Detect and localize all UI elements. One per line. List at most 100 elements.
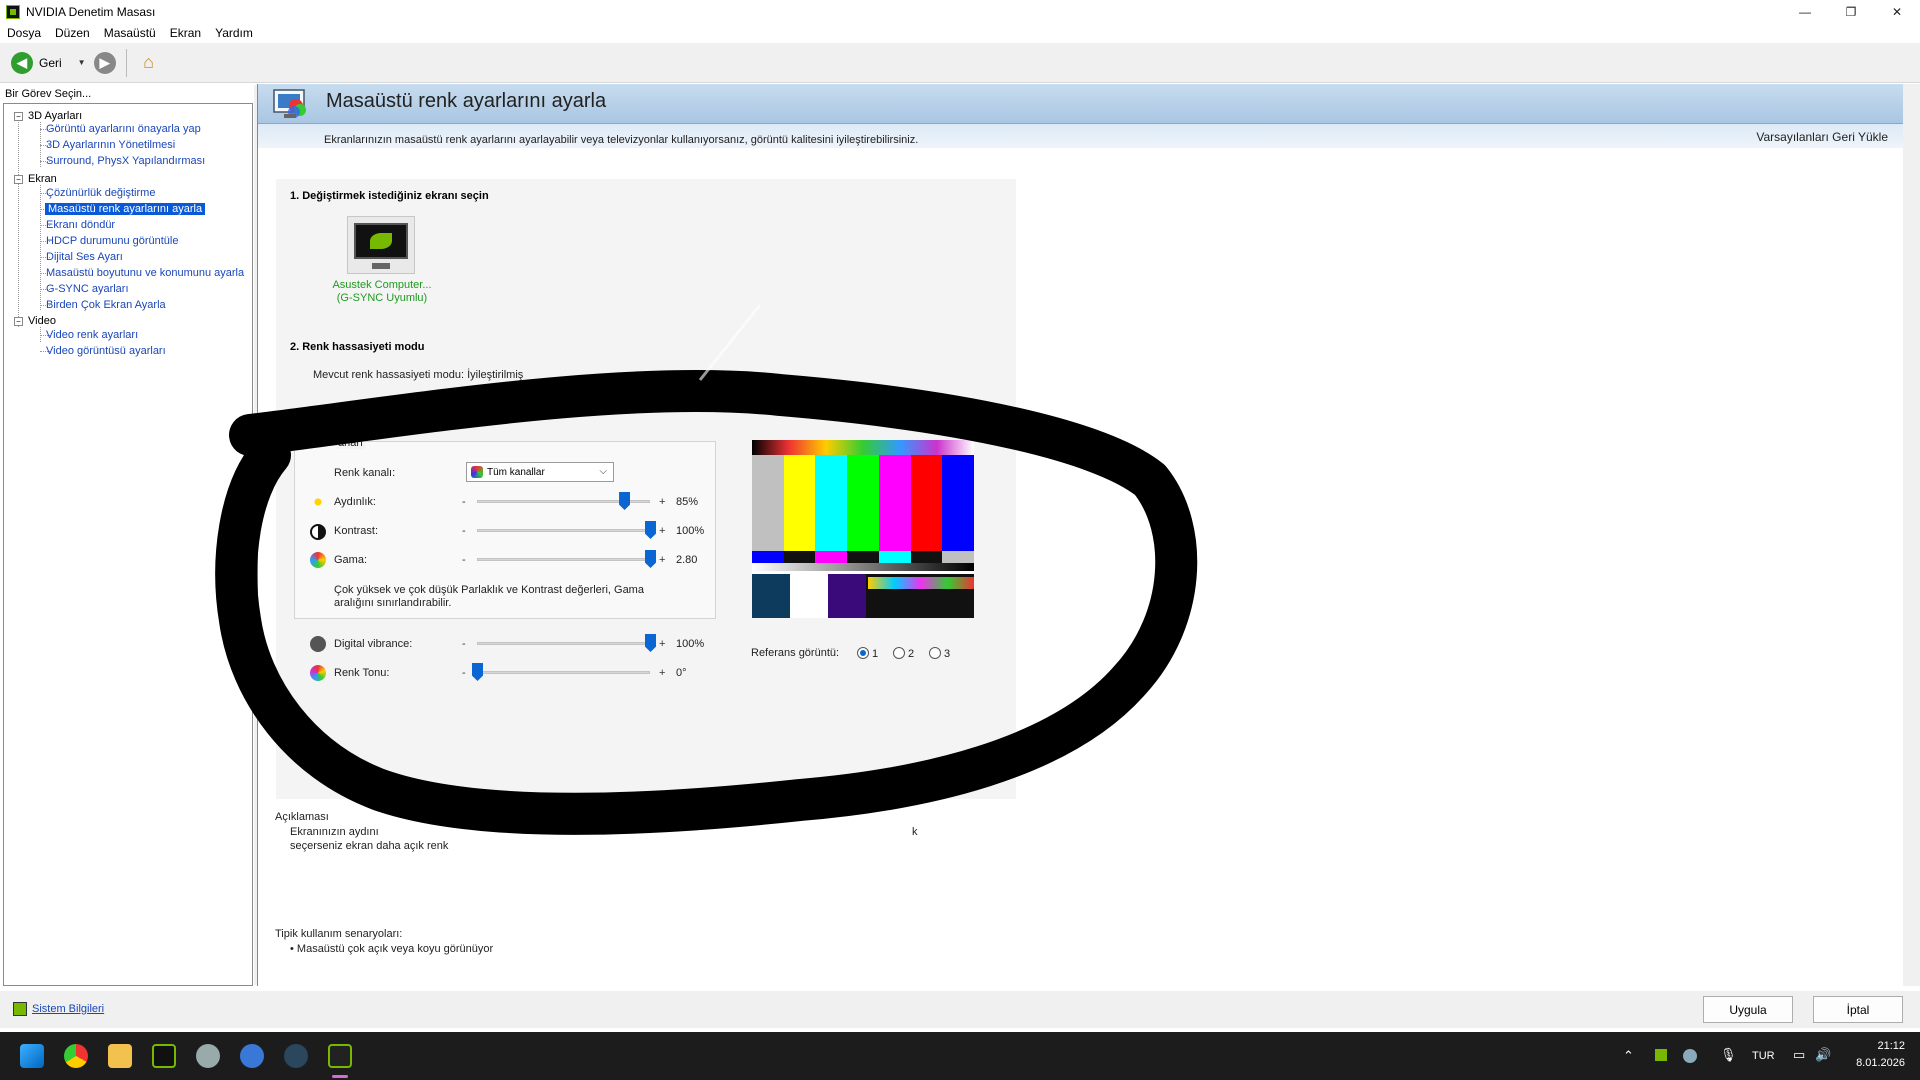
tree-category-video[interactable]: − Video <box>14 315 56 327</box>
vertical-scrollbar[interactable] <box>1903 84 1920 986</box>
sidebar-item-surround-physx[interactable]: Surround, PhysX Yapılandırması <box>46 155 205 167</box>
sidebar-item-desktop-size[interactable]: Masaüstü boyutunu ve konumunu ayarla <box>46 267 244 279</box>
description-line-1: Ekranınızın aydını <box>290 826 379 838</box>
reference-radio-2[interactable] <box>893 647 905 659</box>
back-button[interactable]: Geri <box>39 56 62 70</box>
cancel-button[interactable]: İptal <box>1813 996 1903 1023</box>
menu-display[interactable]: Ekran <box>163 26 208 40</box>
sidebar-item-multi-display[interactable]: Birden Çok Ekran Ayarla <box>46 299 166 311</box>
page-banner: Masaüstü renk ayarlarını ayarla <box>258 84 1920 124</box>
vibrance-label: Digital vibrance: <box>334 638 413 650</box>
description-line-1-tail: k <box>912 826 918 838</box>
home-icon[interactable]: ⌂ <box>137 52 161 74</box>
hue-slider-track[interactable] <box>477 671 650 674</box>
tree-category-display[interactable]: − Ekran <box>14 173 57 185</box>
sidebar-item-gsync[interactable]: G-SYNC ayarları <box>46 283 129 295</box>
clock-date[interactable]: 8.01.2026 <box>1849 1057 1905 1069</box>
rgb-channels-icon <box>471 466 483 478</box>
page-description: Ekranlarınızın masaüstü renk ayarlarını … <box>324 134 919 146</box>
description-heading: Açıklaması <box>275 811 329 823</box>
steam-tray-icon[interactable] <box>1683 1049 1697 1063</box>
warning-line-2: aralığını sınırlandırabilir. <box>334 597 452 609</box>
nvidia-taskbar-icon[interactable] <box>328 1044 352 1068</box>
network-icon[interactable]: ▭ <box>1793 1047 1805 1063</box>
apply-with-radio-label[interactable]: uygula <box>410 416 445 428</box>
hue-plus: + <box>659 667 666 679</box>
sidebar-item-digital-audio[interactable]: Dijital Ses Ayarı <box>46 251 123 263</box>
reference-radio-1-label: 1 <box>872 648 879 660</box>
app-drop-icon[interactable] <box>240 1044 264 1068</box>
forward-arrow-icon[interactable]: ▶ <box>93 51 116 74</box>
sidebar-item-hdcp[interactable]: HDCP durumunu görüntüle <box>46 235 178 247</box>
step2-heading: 2. Renk hassasiyeti modu <box>290 341 425 353</box>
task-tree: −3D Ayarları Görüntü ayarlarını önayarla… <box>3 103 253 986</box>
reference-radio-1[interactable] <box>857 647 869 659</box>
volume-icon[interactable]: 🔊 <box>1815 1047 1831 1063</box>
sidebar-item-video-image[interactable]: Video görüntüsü ayarları <box>46 345 166 357</box>
restore-defaults-link[interactable]: Varsayılanları Geri Yükle <box>1756 130 1888 144</box>
sidebar-item-desktop-color[interactable]: Masaüstü renk ayarlarını ayarla <box>45 203 206 215</box>
microphone-icon[interactable]: 🎙 <box>1720 1047 1737 1063</box>
apply-button[interactable]: Uygula <box>1703 996 1793 1023</box>
sidebar-item-3d-manage[interactable]: 3D Ayarlarının Yönetilmesi <box>46 139 175 151</box>
sidebar-item-rotate[interactable]: Ekranı döndür <box>46 219 115 231</box>
back-arrow-icon[interactable]: ◀ <box>11 51 33 74</box>
contrast-icon <box>310 524 326 540</box>
contrast-slider-track[interactable] <box>477 529 650 532</box>
collapse-icon[interactable]: − <box>14 174 23 184</box>
hue-label: Renk Tonu: <box>334 667 390 679</box>
file-explorer-icon[interactable] <box>108 1044 132 1068</box>
vibrance-minus: - <box>462 638 466 650</box>
windows-start-icon[interactable] <box>20 1044 44 1068</box>
brightness-icon <box>310 494 326 510</box>
collapse-icon[interactable]: − <box>14 111 23 121</box>
menu-file[interactable]: Dosya <box>0 26 48 40</box>
description-line-2: seçerseniz ekran daha açık renk <box>290 840 449 852</box>
contrast-value: 100% <box>676 525 705 537</box>
system-info-link[interactable]: Sistem Bilgileri <box>13 1002 104 1016</box>
group-label: arları <box>336 437 366 449</box>
color-channel-select[interactable]: Tüm kanallar ⌵ <box>466 462 614 482</box>
minimize-button[interactable]: — <box>1782 0 1828 23</box>
reference-radio-3[interactable] <box>929 647 941 659</box>
history-dropdown-icon[interactable]: ▼ <box>78 58 86 67</box>
monitor-icon[interactable] <box>347 216 415 274</box>
color-channel-label: Renk kanalı: <box>334 467 396 479</box>
language-indicator[interactable]: TUR <box>1752 1050 1775 1062</box>
tray-overflow-icon[interactable]: ⌃ <box>1623 1048 1634 1064</box>
chevron-down-icon: ⌵ <box>599 466 607 477</box>
scenarios-heading: Tipik kullanım senaryoları: <box>275 928 403 940</box>
vibrance-slider-track[interactable] <box>477 642 650 645</box>
step1-heading: 1. Değiştirmek istediğiniz ekranı seçin <box>290 190 489 202</box>
chrome-icon[interactable] <box>64 1044 88 1068</box>
tree-category-3d[interactable]: −3D Ayarları <box>14 110 82 122</box>
brightness-plus: + <box>659 496 666 508</box>
nvidia-tray-icon[interactable] <box>1655 1049 1667 1061</box>
menu-desktop[interactable]: Masaüstü <box>97 26 163 40</box>
razer-icon[interactable] <box>152 1044 176 1068</box>
collapse-icon[interactable]: − <box>14 316 23 326</box>
sidebar-item-video-color[interactable]: Video renk ayarları <box>46 329 138 341</box>
brightness-minus: - <box>462 496 466 508</box>
contrast-label: Kontrast: <box>334 525 379 537</box>
clock-time[interactable]: 21:12 <box>1873 1040 1905 1052</box>
hue-icon <box>310 665 326 681</box>
reference-radio-2-label: 2 <box>908 648 915 660</box>
vibrance-icon <box>310 636 326 652</box>
gamma-label: Gama: <box>334 554 368 566</box>
sidebar-item-image-presets[interactable]: Görüntü ayarlarını önayarla yap <box>46 123 201 135</box>
menu-edit[interactable]: Düzen <box>48 26 97 40</box>
gamma-slider-track[interactable] <box>477 558 650 561</box>
settings-gear-icon[interactable] <box>196 1044 220 1068</box>
close-button[interactable]: ✕ <box>1874 0 1920 23</box>
steam-icon[interactable] <box>284 1044 308 1068</box>
task-header: Bir Görev Seçin... <box>5 88 92 100</box>
maximize-button[interactable]: ❐ <box>1828 0 1874 23</box>
sidebar-item-resolution[interactable]: Çözünürlük değiştirme <box>46 187 155 199</box>
monitor-label[interactable]: Asustek Computer... (G-SYNC Uyumlu) <box>312 279 452 305</box>
menu-help[interactable]: Yardım <box>208 26 260 40</box>
desktop-color-icon <box>273 89 306 118</box>
contrast-plus: + <box>659 525 666 537</box>
hue-minus: - <box>462 667 466 679</box>
vibrance-value: 100% <box>676 638 705 650</box>
